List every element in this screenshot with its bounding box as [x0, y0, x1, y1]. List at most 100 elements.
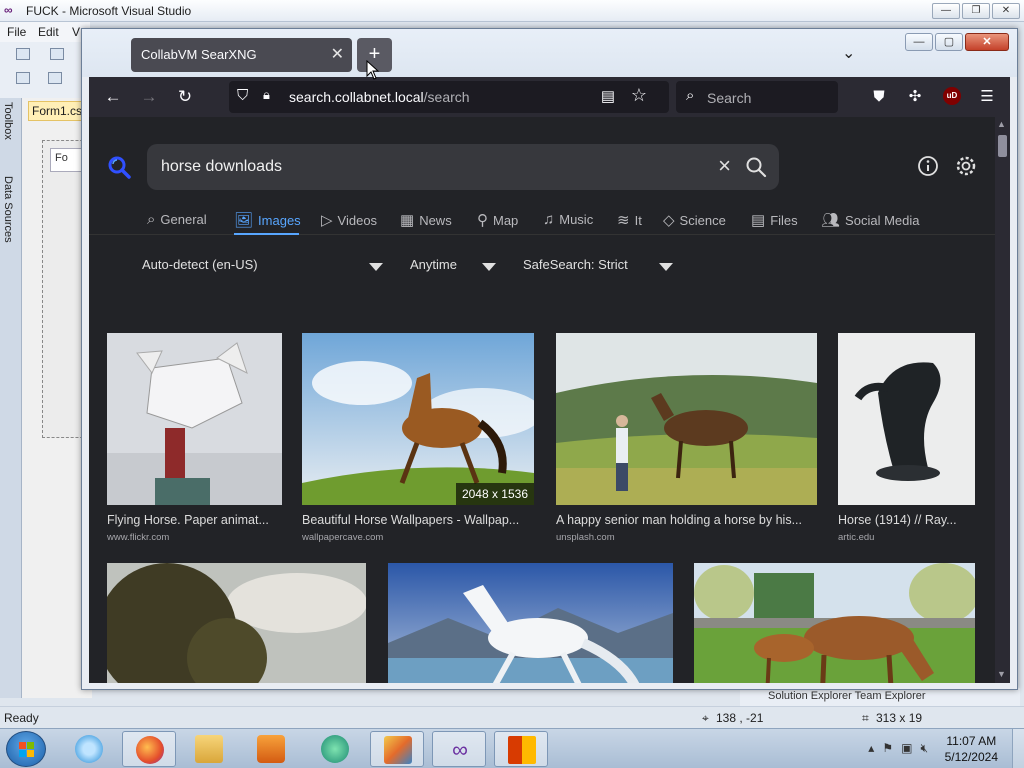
- result-thumbnail[interactable]: [107, 563, 366, 683]
- page-scrollbar[interactable]: ▲ ▼: [995, 117, 1010, 683]
- vs-solution-tabs[interactable]: Solution Explorer Team Explorer: [740, 688, 1020, 706]
- vs-menu-view[interactable]: V: [72, 25, 80, 39]
- result-title[interactable]: Horse (1914) // Ray...: [838, 513, 975, 527]
- vs-menu-file[interactable]: File: [7, 25, 26, 39]
- tab-map[interactable]: ⚲ Map: [477, 211, 518, 229]
- start-button[interactable]: [6, 731, 46, 767]
- language-chevron-down-icon[interactable]: [369, 263, 383, 271]
- minimize-button[interactable]: —: [905, 33, 933, 51]
- scrollbar-thumb[interactable]: [998, 135, 1007, 157]
- result-thumbnail[interactable]: 2048 x 1536: [302, 333, 534, 505]
- vs-restore-button[interactable]: ❐: [962, 3, 990, 19]
- tab-videos[interactable]: ▷ Videos: [321, 211, 377, 229]
- map-pin-icon: ⚲: [477, 212, 488, 229]
- tab-news[interactable]: ▦ News: [400, 211, 452, 229]
- result-thumbnail[interactable]: [107, 333, 282, 505]
- tab-files[interactable]: ▤ Files: [751, 211, 798, 229]
- image-icon: 🖼︎: [234, 212, 254, 229]
- scroll-down-icon[interactable]: ▼: [997, 669, 1006, 679]
- tab-music[interactable]: ♫ Music: [543, 211, 593, 228]
- lock-icon[interactable]: 🔒︎: [263, 87, 281, 107]
- tab-it[interactable]: ≋ It: [617, 211, 642, 229]
- scroll-up-icon[interactable]: ▲: [997, 119, 1006, 129]
- image-result[interactable]: 2048 x 1536 Beautiful Horse Wallpapers -…: [302, 333, 534, 543]
- image-result[interactable]: [107, 563, 366, 683]
- taskbar-internet-explorer[interactable]: [62, 731, 116, 767]
- show-hidden-icons-icon[interactable]: ▴: [868, 741, 874, 756]
- taskbar-office[interactable]: [494, 731, 548, 767]
- url-text[interactable]: search.collabnet.local/search: [289, 89, 470, 105]
- vs-menu-edit[interactable]: Edit: [38, 25, 59, 39]
- maximize-button[interactable]: ▢: [935, 33, 963, 51]
- data-sources-tab[interactable]: Data Sources: [2, 176, 14, 243]
- action-center-flag-icon[interactable]: ⚑: [882, 741, 893, 756]
- query-box[interactable]: horse downloads ×: [147, 144, 779, 190]
- taskbar-app-globe[interactable]: [308, 731, 362, 767]
- taskbar-media-player[interactable]: [244, 731, 298, 767]
- align-left-icon[interactable]: [48, 72, 62, 84]
- language-select[interactable]: Auto-detect (en-US): [142, 257, 258, 272]
- image-result[interactable]: [694, 563, 975, 683]
- browser-tab-searxng[interactable]: CollabVM SearXNG ✕: [131, 38, 352, 72]
- image-result[interactable]: [388, 563, 673, 683]
- volume-muted-icon[interactable]: 🔇︎: [920, 741, 928, 756]
- bookmark-star-icon[interactable]: ☆: [631, 85, 647, 106]
- image-result[interactable]: Horse (1914) // Ray... artic.edu: [838, 333, 975, 543]
- reader-view-icon[interactable]: ▤: [601, 87, 615, 105]
- result-thumbnail[interactable]: [556, 333, 817, 505]
- taskbar-firefox[interactable]: [122, 731, 176, 767]
- result-title[interactable]: Flying Horse. Paper animat...: [107, 513, 282, 527]
- add-item-icon[interactable]: [50, 48, 64, 60]
- app-menu-hamburger-icon[interactable]: ☰: [975, 85, 999, 109]
- vs-doc-tab-form1[interactable]: Form1.cs: [28, 101, 84, 121]
- result-thumbnail[interactable]: [838, 333, 975, 505]
- gear-icon[interactable]: [955, 155, 977, 177]
- visual-studio-logo-icon: ∞: [4, 3, 13, 17]
- url-bar[interactable]: ⛉ 🔒︎ search.collabnet.local/search ▤ ☆: [229, 81, 669, 113]
- image-result[interactable]: Flying Horse. Paper animat... www.flickr…: [107, 333, 282, 543]
- tab-social-media[interactable]: 👥︎ Social Media: [821, 211, 919, 229]
- network-icon[interactable]: ▣: [901, 741, 912, 756]
- back-icon[interactable]: ←: [99, 83, 127, 111]
- tab-close-icon[interactable]: ✕: [331, 44, 344, 64]
- info-icon[interactable]: [917, 155, 939, 177]
- tab-general[interactable]: ⌕ General: [147, 211, 207, 228]
- vs-minimize-button[interactable]: —: [932, 3, 960, 19]
- result-title[interactable]: A happy senior man holding a horse by hi…: [556, 513, 817, 527]
- taskbar-clock[interactable]: 11:07 AM 5/12/2024: [945, 733, 998, 765]
- taskbar-file-explorer[interactable]: [182, 731, 236, 767]
- list-all-tabs-icon[interactable]: ⌄: [842, 43, 855, 63]
- clock-date: 5/12/2024: [944, 750, 998, 764]
- time-chevron-down-icon[interactable]: [482, 263, 496, 271]
- image-result[interactable]: A happy senior man holding a horse by hi…: [556, 333, 817, 543]
- safesearch-select[interactable]: SafeSearch: Strict: [523, 257, 628, 272]
- taskbar-paint[interactable]: [370, 731, 424, 767]
- time-range-select[interactable]: Anytime: [410, 257, 457, 272]
- tab-images[interactable]: 🖼︎ Images: [234, 211, 301, 229]
- tab-label: General: [160, 212, 207, 227]
- tab-label: Science: [679, 212, 726, 228]
- vs-close-button[interactable]: ✕: [992, 3, 1020, 19]
- tab-science[interactable]: ◇ Science: [663, 211, 726, 229]
- forward-icon[interactable]: →: [135, 83, 163, 111]
- submit-search-icon[interactable]: [745, 156, 767, 178]
- query-input[interactable]: horse downloads: [161, 158, 282, 176]
- result-title[interactable]: Beautiful Horse Wallpapers - Wallpap...: [302, 513, 534, 527]
- close-window-button[interactable]: ✕: [965, 33, 1009, 51]
- pocket-icon[interactable]: ⛊: [867, 85, 891, 109]
- extensions-puzzle-icon[interactable]: ✣: [903, 85, 927, 109]
- searxng-logo-icon[interactable]: [107, 155, 131, 179]
- result-thumbnail[interactable]: [388, 563, 673, 683]
- browser-search-box[interactable]: ⌕ Search: [676, 81, 838, 113]
- taskbar-visual-studio[interactable]: ∞: [432, 731, 486, 767]
- tracking-protection-shield-icon[interactable]: ⛉: [237, 87, 255, 107]
- new-project-icon[interactable]: [16, 48, 30, 60]
- show-desktop-button[interactable]: [1012, 729, 1024, 768]
- align-icon[interactable]: [16, 72, 30, 84]
- reload-icon[interactable]: ↻: [171, 83, 199, 111]
- ublock-origin-icon[interactable]: uD: [943, 87, 961, 105]
- toolbox-tab[interactable]: Toolbox: [2, 102, 14, 140]
- clear-query-icon[interactable]: ×: [718, 153, 731, 179]
- result-thumbnail[interactable]: [694, 563, 975, 683]
- safesearch-chevron-down-icon[interactable]: [659, 263, 673, 271]
